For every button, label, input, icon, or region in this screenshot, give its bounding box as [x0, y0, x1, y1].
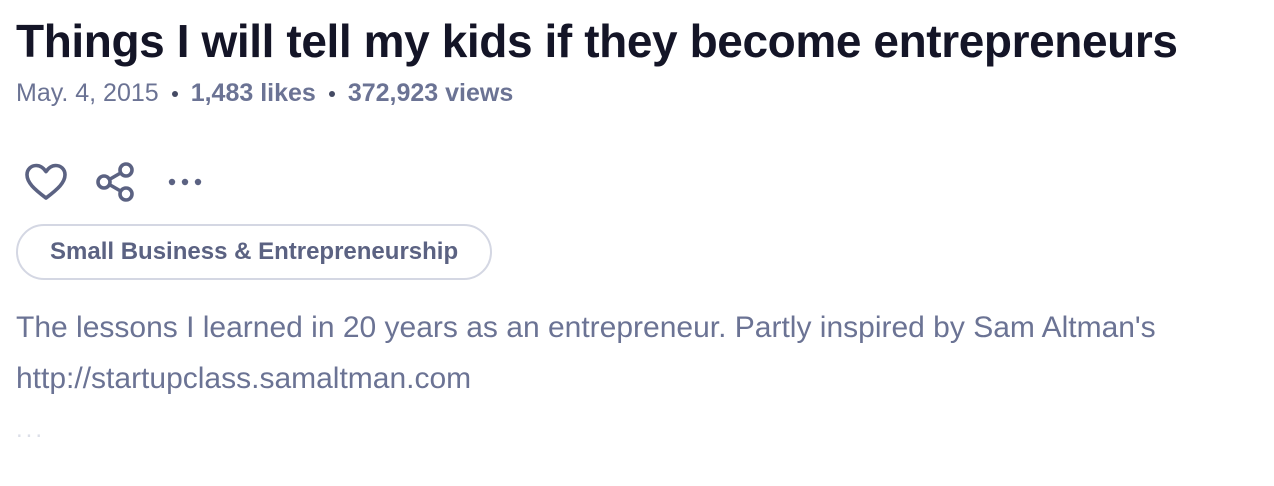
- share-button[interactable]: [94, 160, 138, 204]
- description-link[interactable]: http://startupclass.samaltman.com: [16, 353, 1274, 404]
- description-text: The lessons I learned in 20 years as an …: [16, 311, 1156, 344]
- separator-dot: [328, 91, 335, 97]
- share-icon: [96, 162, 134, 202]
- action-bar: [16, 160, 1274, 204]
- article-title: Things I will tell my kids if they becom…: [16, 15, 1178, 67]
- truncation-ellipsis: ...: [16, 416, 46, 443]
- article-header: Things I will tell my kids if they becom…: [0, 0, 1274, 486]
- article-meta: May. 4, 2015 1,483 likes 372,923 views: [16, 78, 1274, 108]
- category-tag[interactable]: Small Business & Entrepreneurship: [16, 224, 493, 280]
- views-count: 372,923 views: [347, 79, 514, 107]
- more-options-button[interactable]: [164, 160, 208, 204]
- more-horizontal-icon: [168, 178, 202, 186]
- like-button[interactable]: [24, 160, 68, 204]
- publish-date: May. 4, 2015: [16, 79, 159, 107]
- separator-dot: [171, 91, 178, 97]
- heart-icon: [25, 163, 67, 200]
- likes-count: 1,483 likes: [190, 79, 316, 107]
- article-description: The lessons I learned in 20 years as an …: [16, 302, 1274, 404]
